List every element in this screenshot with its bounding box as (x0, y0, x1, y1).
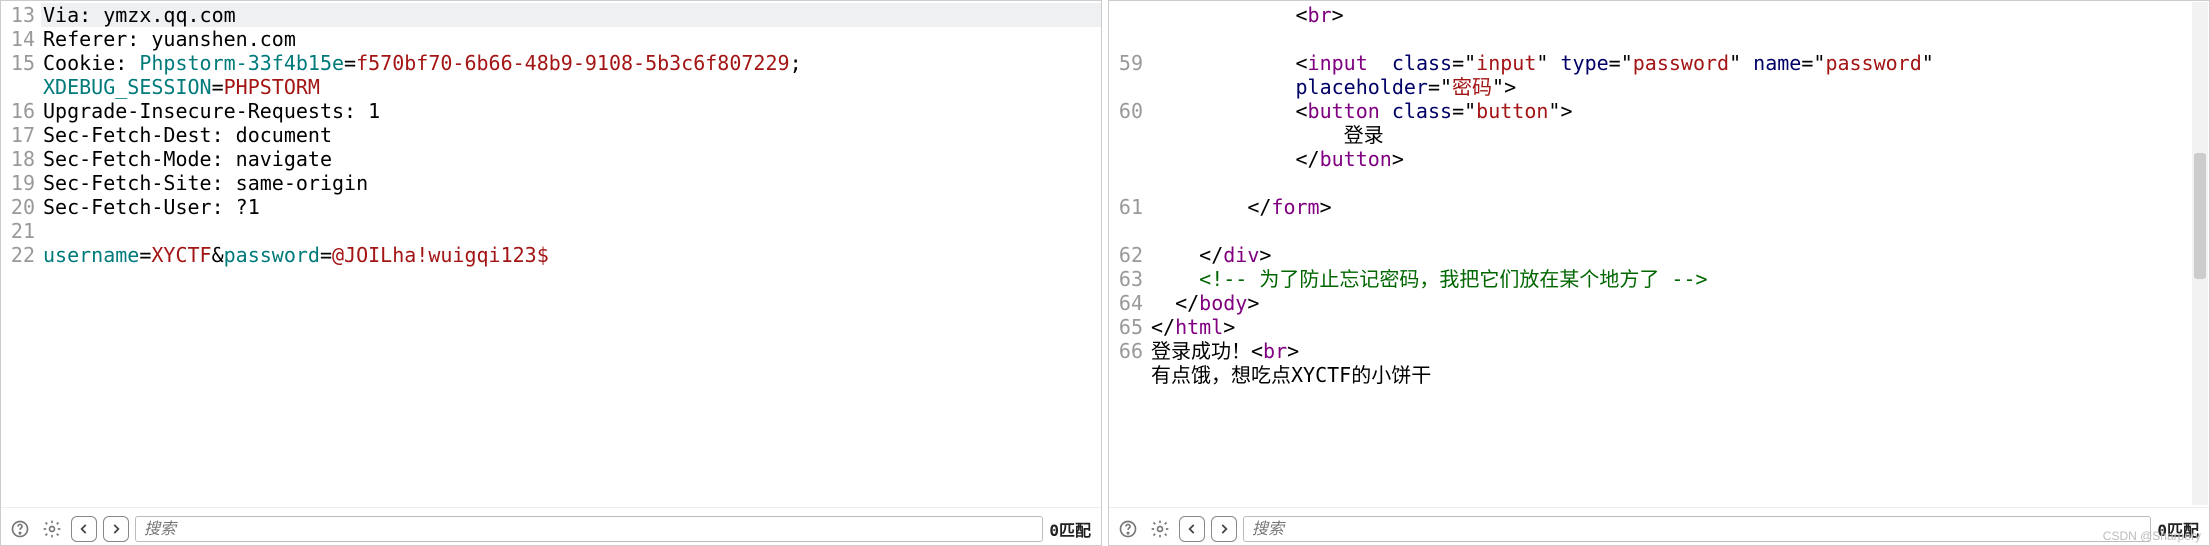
line-number: 17 (1, 123, 41, 147)
code-content[interactable]: <button class="button"> (1149, 99, 2209, 123)
code-line[interactable]: XDEBUG_SESSION=PHPSTORM (1, 75, 1101, 99)
line-number: 18 (1, 147, 41, 171)
code-line[interactable]: 60 <button class="button"> (1109, 99, 2209, 123)
line-number: 64 (1109, 291, 1149, 315)
scrollbar-thumb[interactable] (2194, 153, 2206, 279)
request-code-area[interactable]: 13Via: ymzx.qq.com14Referer: yuanshen.co… (1, 1, 1101, 507)
line-number: 63 (1109, 267, 1149, 291)
line-number: 21 (1, 219, 41, 243)
code-line[interactable]: 65</html> (1109, 315, 2209, 339)
line-number: 62 (1109, 243, 1149, 267)
vertical-scrollbar[interactable] (2192, 2, 2208, 505)
search-input[interactable] (135, 516, 1043, 542)
code-content[interactable]: Sec-Fetch-Site: same-origin (41, 171, 1101, 195)
code-line[interactable] (1109, 219, 2209, 243)
code-line[interactable]: 66登录成功！<br> (1109, 339, 2209, 363)
code-line[interactable]: 18Sec-Fetch-Mode: navigate (1, 147, 1101, 171)
line-number: 20 (1, 195, 41, 219)
code-content[interactable]: Referer: yuanshen.com (41, 27, 1101, 51)
line-number: 19 (1, 171, 41, 195)
line-number: 65 (1109, 315, 1149, 339)
line-number: 16 (1, 99, 41, 123)
code-content[interactable]: </form> (1149, 195, 2209, 219)
left-footer: 0匹配 (1, 507, 1101, 545)
code-line[interactable]: 64 </body> (1109, 291, 2209, 315)
code-content[interactable]: Sec-Fetch-Dest: document (41, 123, 1101, 147)
code-line[interactable] (1109, 171, 2209, 195)
code-line[interactable]: 62 </div> (1109, 243, 2209, 267)
help-icon[interactable] (1115, 516, 1141, 542)
code-line[interactable]: 有点饿，想吃点XYCTF的小饼干 (1109, 363, 2209, 387)
code-content[interactable]: Sec-Fetch-User: ?1 (41, 195, 1101, 219)
line-number: 61 (1109, 195, 1149, 219)
prev-match-button[interactable] (1179, 516, 1205, 542)
next-match-button[interactable] (103, 516, 129, 542)
code-content[interactable]: </html> (1149, 315, 2209, 339)
code-line[interactable]: 16Upgrade-Insecure-Requests: 1 (1, 99, 1101, 123)
next-match-button[interactable] (1211, 516, 1237, 542)
code-line[interactable]: placeholder="密码"> (1109, 75, 2209, 99)
line-number: 15 (1, 51, 41, 75)
code-content[interactable]: 登录 (1149, 123, 2209, 147)
code-content[interactable]: <input class="input" type="password" nam… (1149, 51, 2209, 75)
code-content[interactable]: Sec-Fetch-Mode: navigate (41, 147, 1101, 171)
prev-match-button[interactable] (71, 516, 97, 542)
code-content[interactable]: username=XYCTF&password=@JOILha!wuigqi12… (41, 243, 1101, 267)
code-line[interactable]: 15Cookie: Phpstorm-33f4b15e=f570bf70-6b6… (1, 51, 1101, 75)
line-number: 14 (1, 27, 41, 51)
code-content[interactable]: XDEBUG_SESSION=PHPSTORM (41, 75, 1101, 99)
line-number: 66 (1109, 339, 1149, 363)
code-content[interactable]: </button> (1149, 147, 2209, 171)
code-content[interactable]: </body> (1149, 291, 2209, 315)
response-editor-pane: <br>59 <input class="input" type="passwo… (1108, 0, 2210, 546)
line-number: 22 (1, 243, 41, 267)
help-icon[interactable] (7, 516, 33, 542)
code-line[interactable]: 14Referer: yuanshen.com (1, 27, 1101, 51)
code-line[interactable]: <br> (1109, 3, 2209, 27)
code-content[interactable]: </div> (1149, 243, 2209, 267)
line-number: 60 (1109, 99, 1149, 123)
code-content[interactable]: Cookie: Phpstorm-33f4b15e=f570bf70-6b66-… (41, 51, 1101, 75)
code-content[interactable]: placeholder="密码"> (1149, 75, 2209, 99)
code-content[interactable]: 有点饿，想吃点XYCTF的小饼干 (1149, 363, 2209, 387)
code-line[interactable]: 20Sec-Fetch-User: ?1 (1, 195, 1101, 219)
code-line[interactable]: 21 (1, 219, 1101, 243)
line-number: 59 (1109, 51, 1149, 75)
code-content[interactable]: <br> (1149, 3, 2209, 27)
right-footer: 0匹配 (1109, 507, 2209, 545)
code-content[interactable]: Upgrade-Insecure-Requests: 1 (41, 99, 1101, 123)
request-editor-pane: 13Via: ymzx.qq.com14Referer: yuanshen.co… (0, 0, 1102, 546)
code-line[interactable]: </button> (1109, 147, 2209, 171)
code-content[interactable]: Via: ymzx.qq.com (41, 3, 1101, 27)
code-line[interactable]: 19Sec-Fetch-Site: same-origin (1, 171, 1101, 195)
gear-icon[interactable] (1147, 516, 1173, 542)
code-line[interactable]: 登录 (1109, 123, 2209, 147)
code-line[interactable]: 63 <!-- 为了防止忘记密码，我把它们放在某个地方了 --> (1109, 267, 2209, 291)
gear-icon[interactable] (39, 516, 65, 542)
response-code-area[interactable]: <br>59 <input class="input" type="passwo… (1109, 1, 2209, 507)
match-count-label: 0匹配 (1049, 517, 1095, 541)
search-input[interactable] (1243, 516, 2151, 542)
code-line[interactable] (1109, 27, 2209, 51)
line-number: 13 (1, 3, 41, 27)
code-content[interactable]: <!-- 为了防止忘记密码，我把它们放在某个地方了 --> (1149, 267, 2209, 291)
code-line[interactable]: 59 <input class="input" type="password" … (1109, 51, 2209, 75)
watermark: CSDN @Sharpery (2103, 529, 2201, 543)
code-line[interactable]: 61 </form> (1109, 195, 2209, 219)
code-line[interactable]: 22username=XYCTF&password=@JOILha!wuigqi… (1, 243, 1101, 267)
code-line[interactable]: 13Via: ymzx.qq.com (1, 3, 1101, 27)
code-content[interactable]: 登录成功！<br> (1149, 339, 2209, 363)
code-line[interactable]: 17Sec-Fetch-Dest: document (1, 123, 1101, 147)
